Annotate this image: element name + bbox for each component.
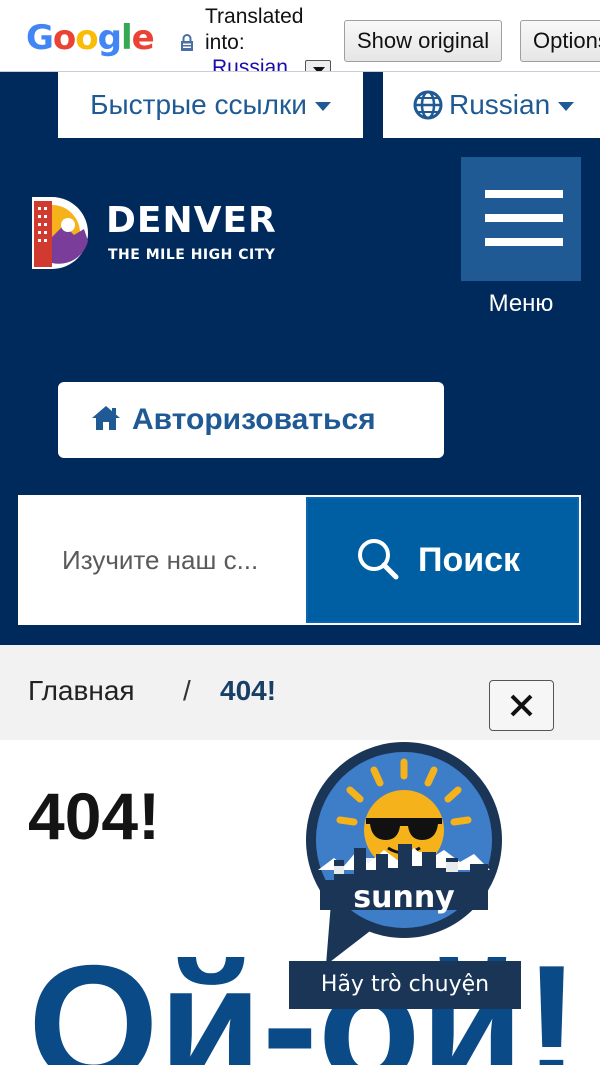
search-button[interactable]: Поиск: [306, 497, 579, 623]
login-button[interactable]: Авторизоваться: [58, 382, 444, 458]
language-selector[interactable]: Russian: [383, 72, 600, 138]
close-icon: [510, 694, 533, 717]
chat-tooltip[interactable]: Hãy trò chuyện: [289, 961, 521, 1009]
sunny-chat-icon[interactable]: sunny: [304, 740, 504, 970]
site-header: Быстрые ссылки Russian DENVER THE MILE H…: [0, 72, 600, 645]
breadcrumb-current: 404!: [220, 675, 277, 706]
translated-label: Translated into:: [205, 5, 304, 54]
logo-title: DENVER: [106, 200, 277, 241]
quick-links-label: Быстрые ссылки: [90, 89, 307, 120]
hamburger-icon: [485, 190, 563, 198]
search-button-label: Поиск: [418, 541, 521, 579]
show-original-button[interactable]: Show original: [344, 20, 503, 62]
language-label: Russian: [449, 89, 551, 120]
error-code: 404!: [28, 779, 161, 853]
logo-subtitle: THE MILE HIGH CITY: [108, 247, 276, 263]
sunny-label: sunny: [353, 880, 455, 915]
lock-icon: [181, 34, 193, 51]
quick-links-dropdown[interactable]: Быстрые ссылки: [58, 72, 363, 138]
home-icon: [92, 406, 120, 431]
search-input[interactable]: [20, 497, 304, 623]
google-logo: Google: [26, 18, 155, 58]
menu-button[interactable]: [461, 157, 581, 281]
close-button[interactable]: [489, 680, 554, 731]
language-dropdown-icon[interactable]: [305, 60, 331, 71]
search-form: Поиск: [18, 495, 581, 625]
breadcrumb-home-link[interactable]: Главная: [28, 675, 135, 707]
globe-icon: [413, 90, 443, 120]
translation-language-link[interactable]: Russian: [212, 56, 288, 71]
denver-logo[interactable]: [30, 195, 92, 271]
breadcrumb-separator: /: [183, 675, 191, 706]
menu-label: Меню: [488, 290, 554, 317]
translate-bar: Google Translated into: Russian Show ori…: [0, 0, 600, 72]
caret-down-icon: [314, 102, 331, 112]
caret-down-icon: [558, 102, 575, 112]
search-icon: [358, 539, 399, 580]
login-label: Авторизоваться: [132, 403, 376, 436]
options-button[interactable]: Options: [520, 20, 600, 62]
